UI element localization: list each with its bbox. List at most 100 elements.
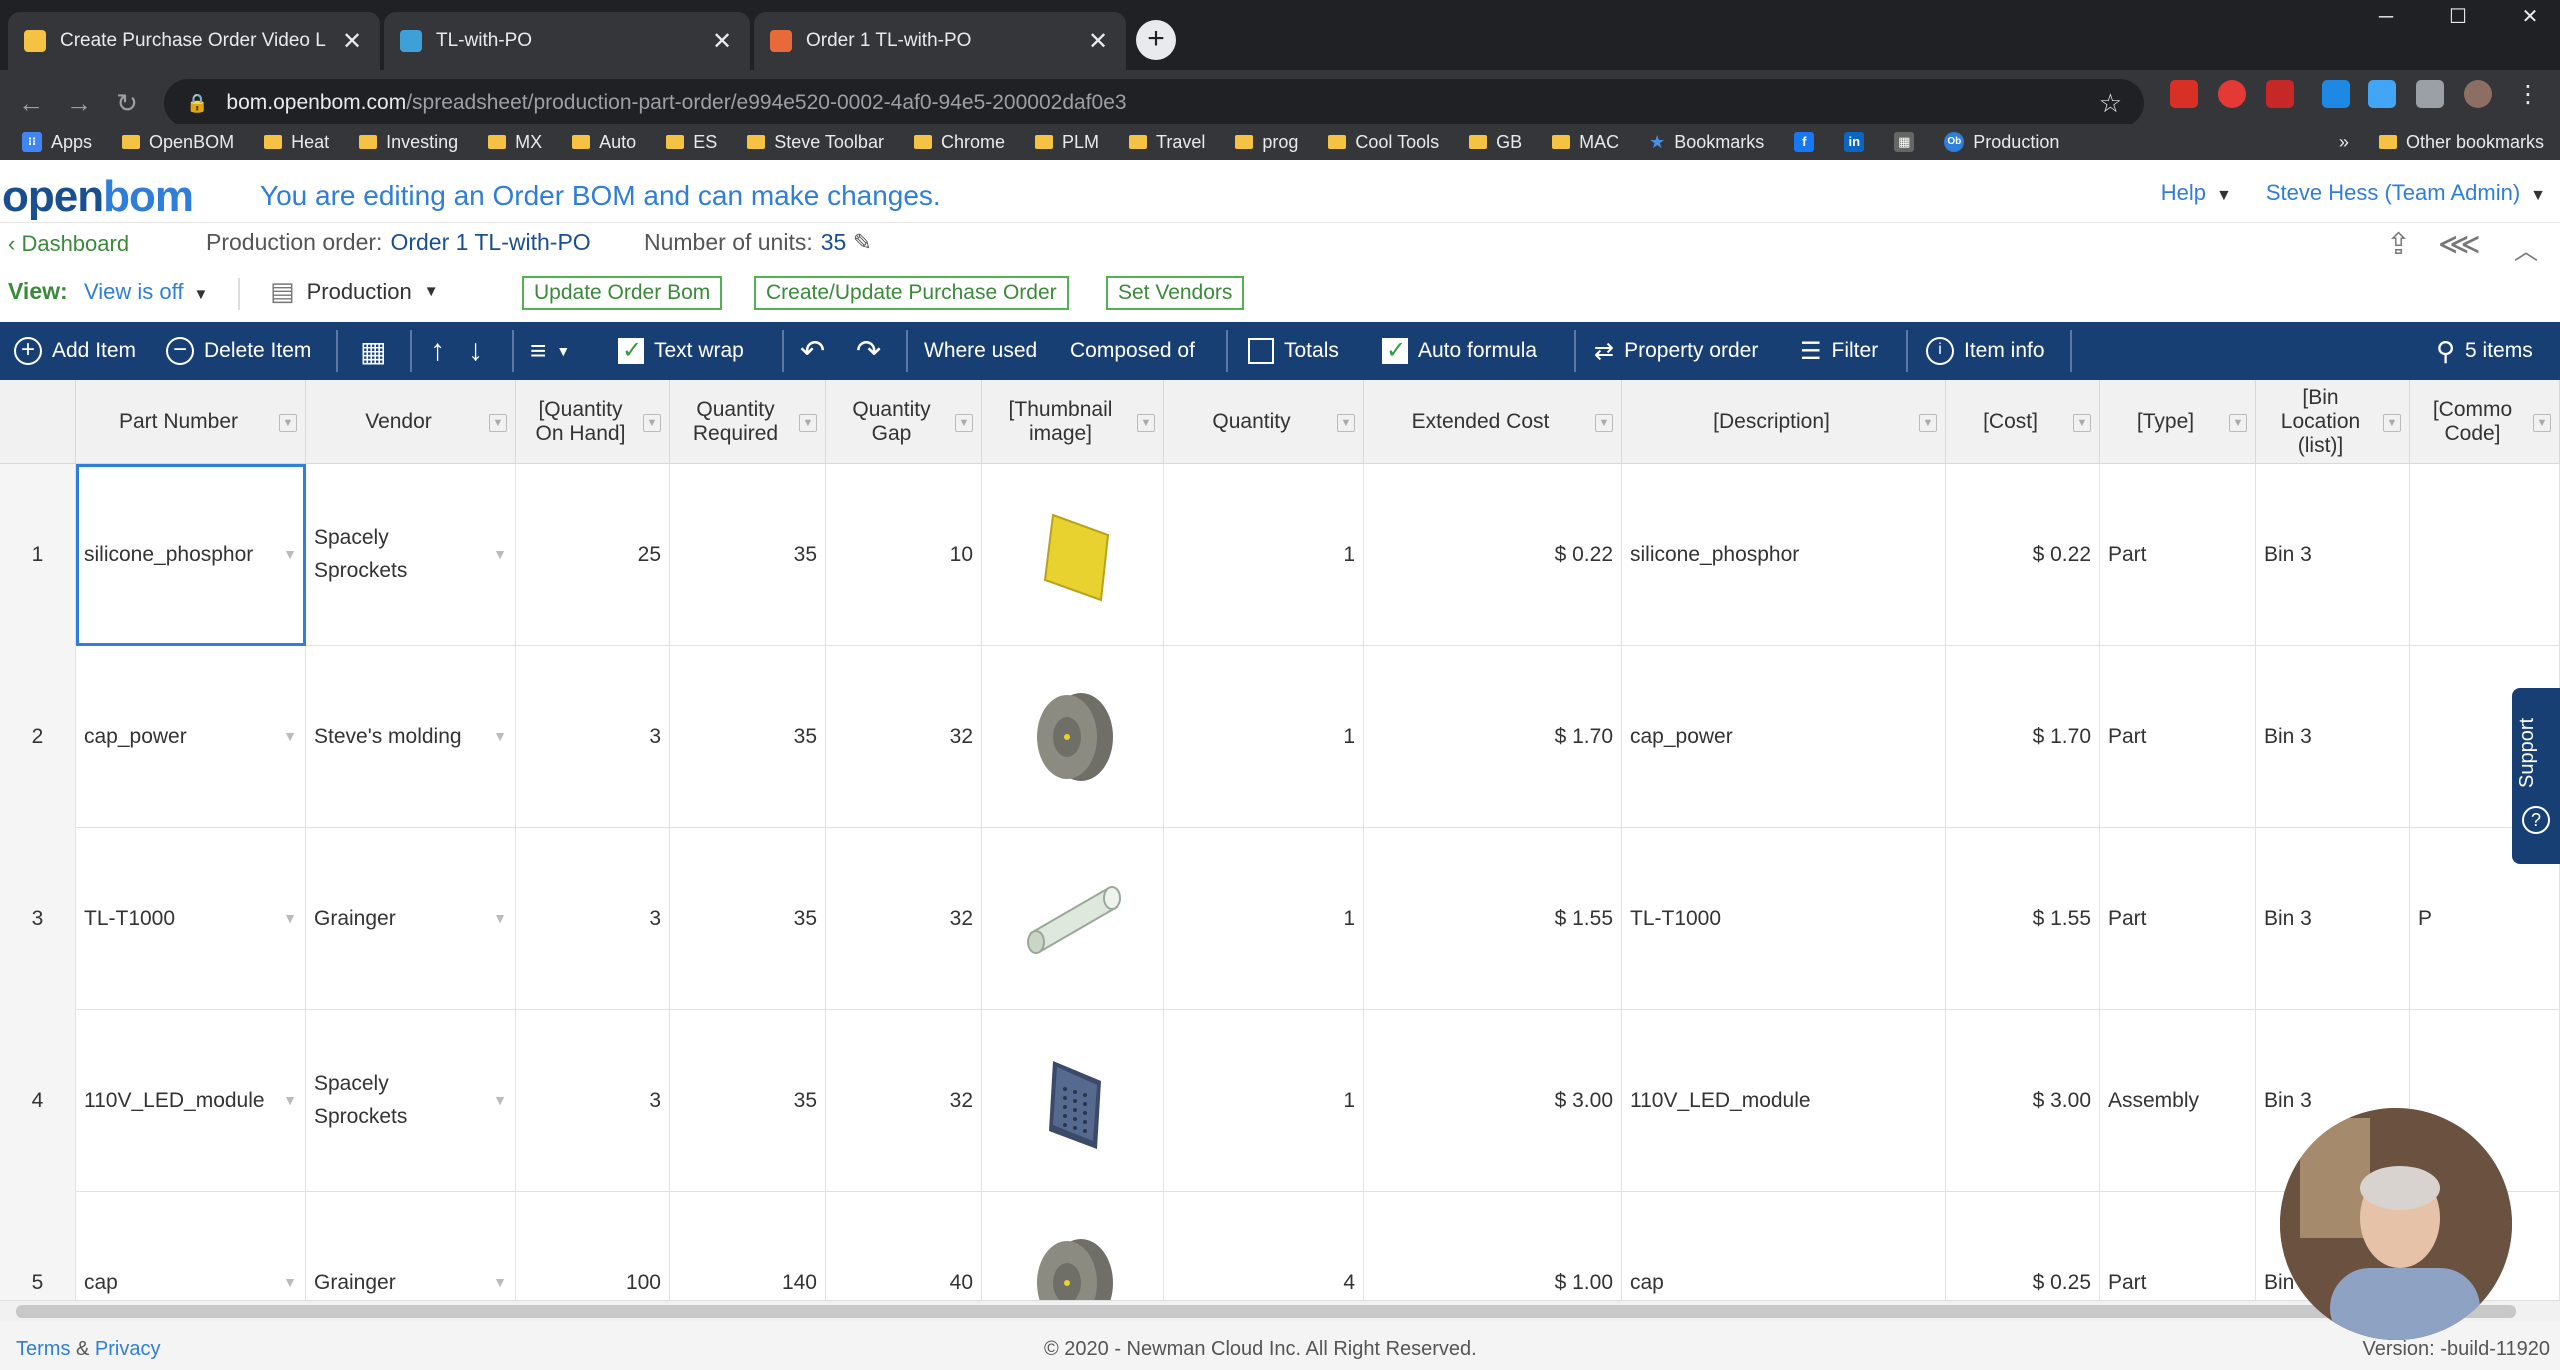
openbom-logo[interactable]: openbom [2,172,194,222]
create-update-po-button[interactable]: Create/Update Purchase Order [754,276,1069,310]
bookmark-folder[interactable]: Steve Toolbar [747,132,884,153]
column-filter-icon[interactable]: ▼ [2533,414,2551,432]
export-icon[interactable]: ⇪ [2386,227,2411,262]
user-menu[interactable]: Steve Hess (Team Admin) ▼ [2266,180,2546,206]
column-header[interactable]: [Commo Code] ▼ [2410,380,2560,464]
cell-dropdown-icon[interactable]: ▼ [283,726,297,748]
cell-qty[interactable]: 1 [1164,1010,1364,1192]
cell-dropdown-icon[interactable]: ▼ [493,544,507,566]
menu-icon[interactable]: ⋮ [2514,80,2542,108]
auto-formula-toggle[interactable]: Auto formula [1382,322,1537,380]
cell-vendor[interactable]: Spacely Sprockets ▼ [306,1010,516,1192]
text-wrap-toggle[interactable]: Text wrap [618,322,744,380]
cell-gap[interactable]: 32 [826,1010,982,1192]
filter-button[interactable]: ☰ Filter [1800,322,1878,380]
column-header[interactable]: [Cost] ▼ [1946,380,2100,464]
column-header[interactable]: Quantity Gap ▼ [826,380,982,464]
cell-onhand[interactable]: 100 [516,1192,670,1300]
table-row[interactable]: 2 cap_power ▼ Steve's molding ▼ 3 35 32 1 $ 1.70 c… [0,646,2560,828]
column-header[interactable]: [Bin Location (list)] ▼ [2256,380,2410,464]
cell-cost[interactable]: $ 1.70 [1946,646,2100,828]
cell-vendor[interactable]: Grainger ▼ [306,1192,516,1300]
column-filter-icon[interactable]: ▼ [1337,414,1355,432]
cell-dropdown-icon[interactable]: ▼ [283,544,297,566]
cell-cost[interactable]: $ 0.25 [1946,1192,2100,1300]
bookmark-production[interactable]: Ob Production [1944,132,2059,153]
other-bookmarks[interactable]: Other bookmarks [2378,132,2544,153]
cell-qty[interactable]: 1 [1164,646,1364,828]
part-thumbnail[interactable] [1013,495,1133,615]
column-filter-icon[interactable]: ▼ [2073,414,2091,432]
column-header[interactable]: Quantity ▼ [1164,380,1364,464]
set-vendors-button[interactable]: Set Vendors [1106,276,1245,310]
cell-onhand[interactable]: 3 [516,1010,670,1192]
item-info-button[interactable]: i Item info [1926,322,2045,380]
cell-part[interactable]: cap ▼ [76,1192,306,1300]
cell-part[interactable]: 110V_LED_module ▼ [76,1010,306,1192]
cell-bin[interactable]: Bin 3 [2256,646,2410,828]
redo-icon[interactable]: ↷ [856,322,881,380]
part-thumbnail[interactable] [1013,1041,1133,1161]
cell-desc[interactable]: cap_power [1622,646,1946,828]
cell-req[interactable]: 35 [670,1010,826,1192]
column-header[interactable]: Quantity Required ▼ [670,380,826,464]
totals-toggle[interactable]: Totals [1248,322,1339,380]
reload-icon[interactable]: ↻ [110,87,144,121]
cell-bin[interactable]: Bin 3 [2256,464,2410,646]
edit-pencil-icon[interactable]: ✎ [853,229,872,255]
cell-desc[interactable]: silicone_phosphor [1622,464,1946,646]
cell-type[interactable]: Part [2100,646,2256,828]
column-filter-icon[interactable]: ▼ [489,414,507,432]
extension-icon[interactable] [2266,80,2294,108]
cell-type[interactable]: Part [2100,828,2256,1010]
column-filter-icon[interactable]: ▼ [1595,414,1613,432]
cell-onhand[interactable]: 25 [516,464,670,646]
search-button[interactable]: ⚲ 5 items [2436,322,2533,380]
update-order-bom-button[interactable]: Update Order Bom [522,276,723,310]
cell-dropdown-icon[interactable]: ▼ [283,1272,297,1294]
cell-gap[interactable]: 40 [826,1192,982,1300]
puzzle-icon[interactable] [2416,80,2444,108]
bookmark-folder[interactable]: Travel [1129,132,1205,153]
dashboard-link[interactable]: ‹ Dashboard [8,231,129,257]
terms-link[interactable]: Terms [16,1338,70,1360]
cell-req[interactable]: 35 [670,828,826,1010]
bookmark-folder[interactable]: Chrome [913,132,1005,153]
cell-part[interactable]: TL-T1000 ▼ [76,828,306,1010]
cell-qty[interactable]: 4 [1164,1192,1364,1300]
column-filter-icon[interactable]: ▼ [1137,414,1155,432]
bookmark-folder[interactable]: PLM [1034,132,1099,153]
property-order-button[interactable]: ⇄ Property order [1594,322,1758,380]
bookmark-folder[interactable]: Investing [359,132,458,153]
cell-req[interactable]: 35 [670,464,826,646]
bookmark-folder[interactable]: MX [488,132,542,153]
browser-tab-2[interactable]: TL-with-PO ✕ [384,12,750,70]
cell-thumb[interactable] [982,828,1164,1010]
bookmark-bookmarks[interactable]: ★ Bookmarks [1649,132,1764,153]
table-row[interactable]: 3 TL-T1000 ▼ Grainger ▼ 3 35 32 1 $ 1.55 TL-T1000 $… [0,828,2560,1010]
production-dropdown[interactable]: ▤ Production ▼ [270,276,439,307]
column-header[interactable]: Extended Cost ▼ [1364,380,1622,464]
part-thumbnail[interactable] [1013,1223,1133,1300]
cell-gap[interactable]: 32 [826,646,982,828]
cell-desc[interactable]: cap [1622,1192,1946,1300]
cell-qty[interactable]: 1 [1164,828,1364,1010]
cell-type[interactable]: Part [2100,464,2256,646]
column-filter-icon[interactable]: ▼ [955,414,973,432]
help-menu[interactable]: Help ▼ [2161,180,2232,206]
bookmark-overflow[interactable]: » [2339,132,2349,153]
column-header[interactable]: Vendor ▼ [306,380,516,464]
close-icon[interactable]: ✕ [710,27,734,56]
cell-part[interactable]: silicone_phosphor ▼ [76,464,306,646]
address-bar[interactable]: 🔒 bom.openbom.com/spreadsheet/production… [164,79,2144,127]
bookmark-folder[interactable]: MAC [1552,132,1619,153]
cell-onhand[interactable]: 3 [516,828,670,1010]
align-icon[interactable]: ≡ ▼ [530,322,570,380]
column-header[interactable]: [Description] ▼ [1622,380,1946,464]
maximize-icon[interactable]: ☐ [2428,0,2488,36]
close-icon[interactable]: ✕ [340,27,364,56]
bookmark-linkedin[interactable]: in [1844,132,1865,152]
move-up-icon[interactable]: ↑ [430,322,445,380]
cell-vendor[interactable]: Spacely Sprockets ▼ [306,464,516,646]
composed-of-button[interactable]: Composed of [1070,322,1195,380]
